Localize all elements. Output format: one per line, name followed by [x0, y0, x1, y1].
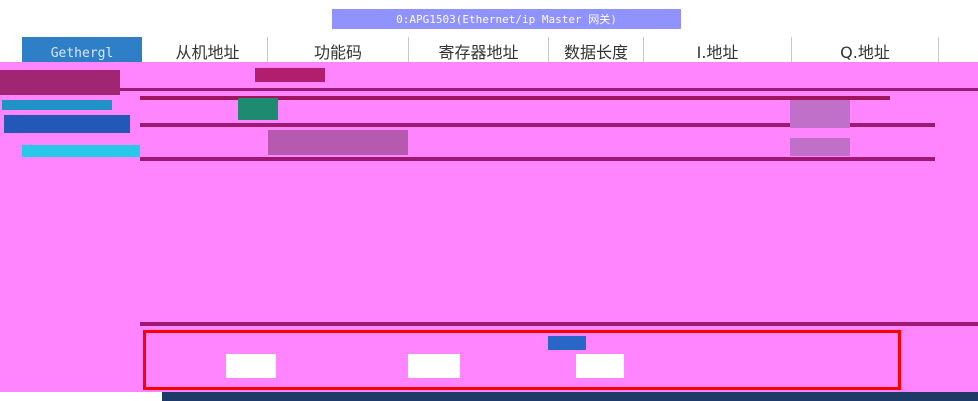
window-title-bar: 0:APG1503(Ethernet/ip Master 网关)	[332, 9, 681, 29]
glitch-block	[2, 100, 112, 110]
column-header-q-address[interactable]: Q.地址	[792, 37, 939, 65]
glitch-line	[140, 322, 978, 326]
glitch-block	[238, 98, 278, 120]
column-header-data-length[interactable]: 数据长度	[549, 37, 644, 65]
glitch-block	[0, 70, 120, 95]
glitch-block	[4, 115, 130, 133]
input-field[interactable]	[226, 354, 276, 378]
glitch-line	[140, 157, 935, 161]
glitch-block	[790, 100, 850, 128]
column-header-function-code[interactable]: 功能码	[268, 37, 409, 65]
highlighted-region	[143, 330, 901, 390]
input-field[interactable]	[408, 354, 460, 378]
window-title: 0:APG1503(Ethernet/ip Master 网关)	[396, 13, 617, 26]
sidebar-tab-label: Gethergl	[50, 45, 114, 61]
bottom-bar	[162, 392, 978, 401]
glitch-block	[255, 68, 325, 82]
glitch-block	[790, 138, 850, 156]
column-header-register-address[interactable]: 寄存器地址	[409, 37, 549, 65]
column-header-i-address[interactable]: I.地址	[644, 37, 792, 65]
column-header-spacer	[939, 37, 974, 65]
input-field[interactable]	[576, 354, 624, 378]
glitch-block	[22, 145, 140, 157]
column-header-slave-address[interactable]: 从机地址	[148, 37, 268, 65]
glitch-block	[268, 130, 408, 155]
glitch-line	[0, 88, 978, 91]
